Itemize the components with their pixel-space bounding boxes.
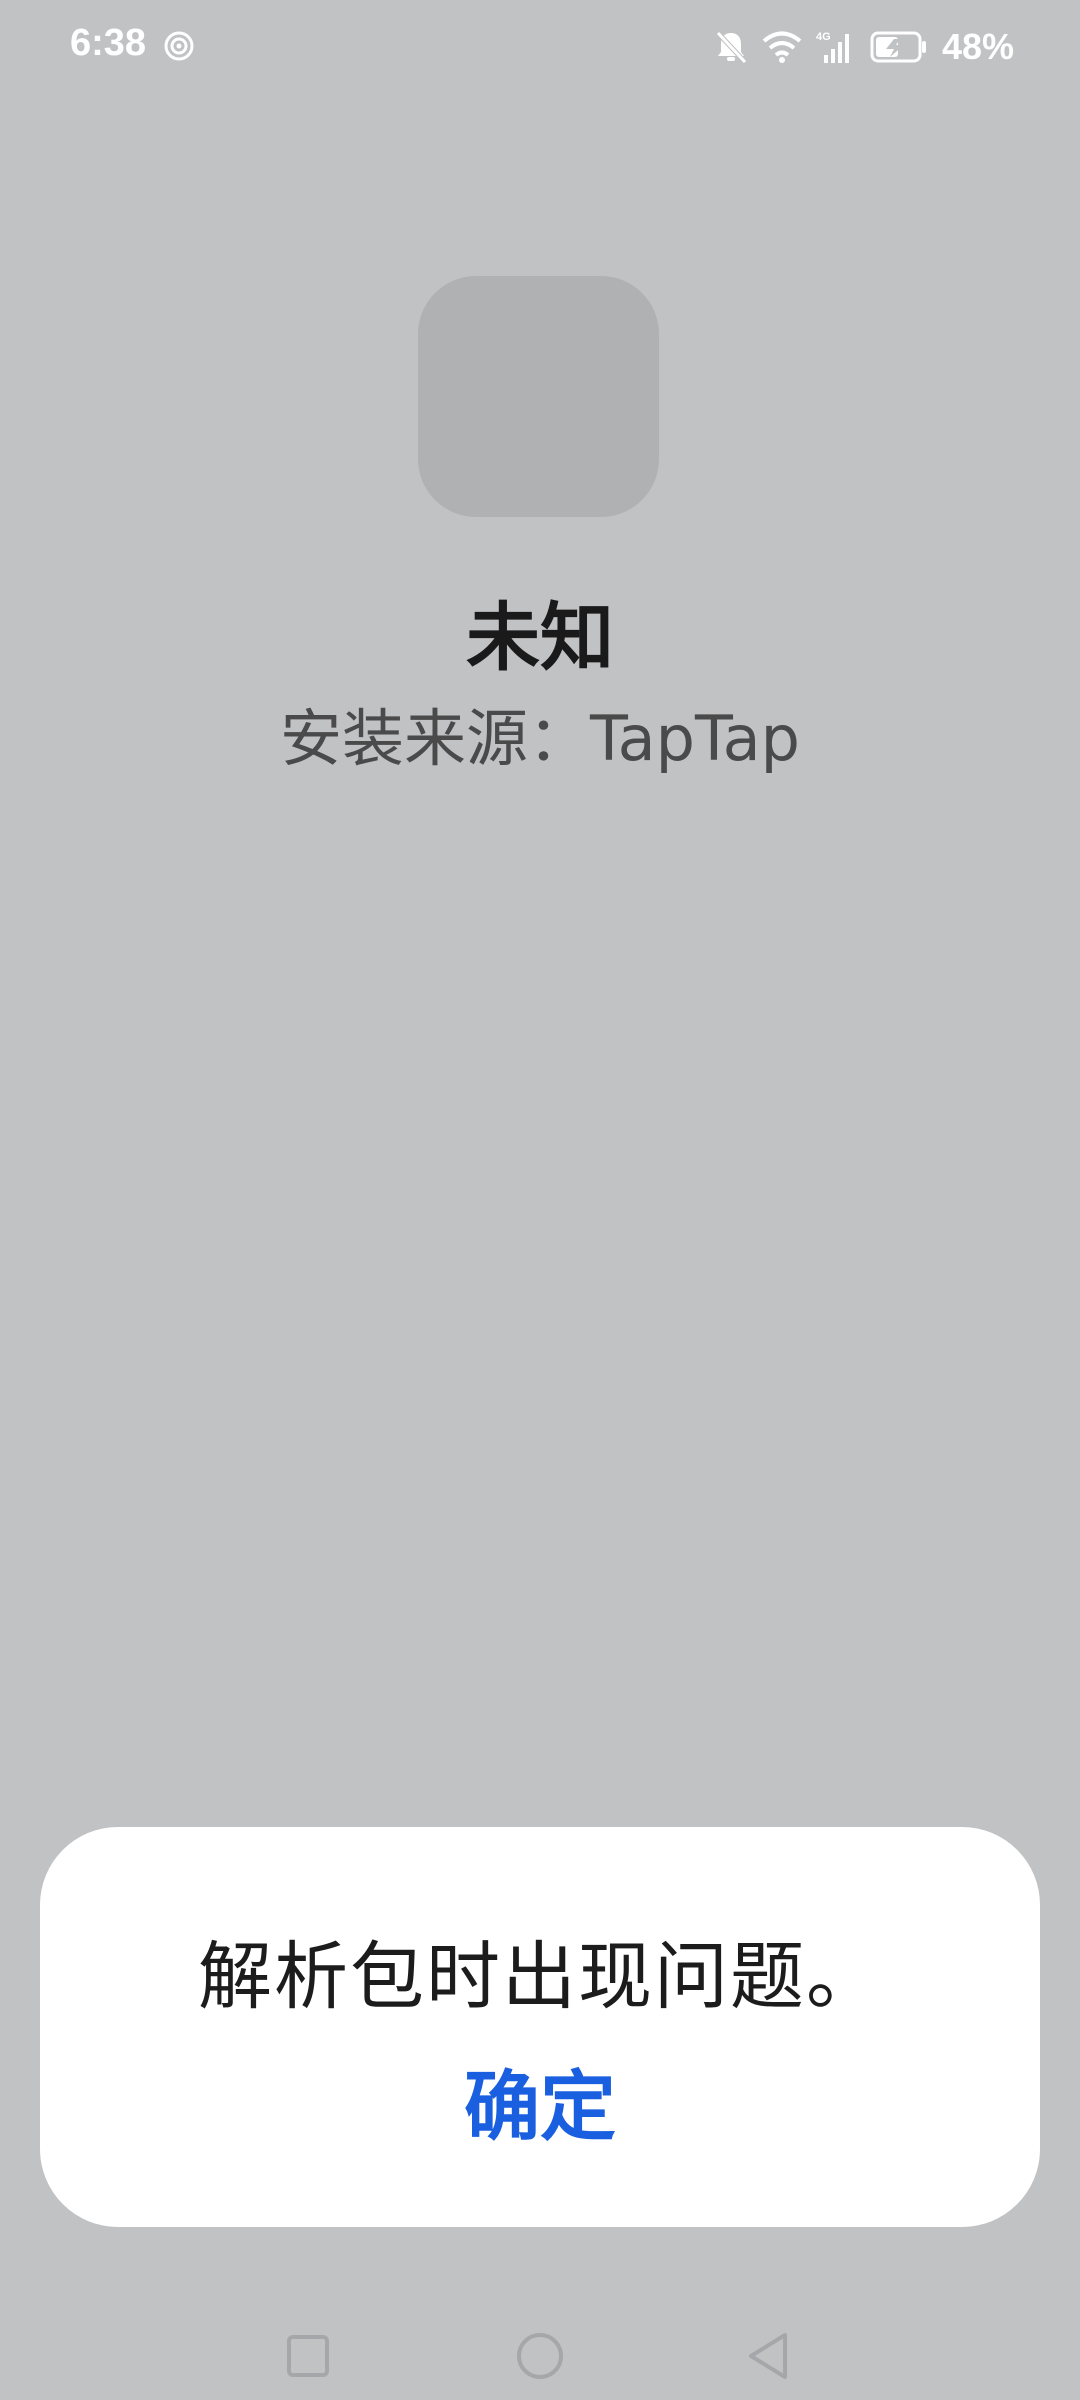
back-triangle-icon: [745, 2331, 791, 2385]
4g-signal-icon: 4G: [816, 29, 856, 65]
wifi-icon: [762, 30, 802, 64]
confirm-button[interactable]: 确定: [410, 2057, 670, 2157]
svg-text:4G: 4G: [816, 31, 831, 43]
app-icon-placeholder: [418, 276, 659, 517]
battery-percent: 48%: [941, 26, 1014, 67]
status-bar: 6:38 4G 48%: [0, 0, 1080, 96]
hotspot-icon: [163, 30, 195, 62]
home-button[interactable]: [500, 2318, 580, 2398]
mute-bell-icon: [714, 29, 748, 65]
circle-icon: [515, 2331, 565, 2385]
dialog-message: 解析包时出现问题。: [198, 1934, 882, 2020]
install-source: 安装来源：TapTap: [280, 702, 800, 775]
app-name: 未知: [466, 595, 614, 681]
battery-charging-icon: [870, 31, 928, 63]
status-time: 6:38: [70, 22, 147, 64]
navigation-bar: [0, 2300, 1080, 2400]
status-icons: 4G 48%: [714, 22, 1014, 72]
back-button[interactable]: [728, 2318, 808, 2398]
recent-apps-button[interactable]: [268, 2318, 348, 2398]
square-icon: [286, 2334, 330, 2382]
error-dialog: 解析包时出现问题。 确定: [40, 1827, 1040, 2227]
